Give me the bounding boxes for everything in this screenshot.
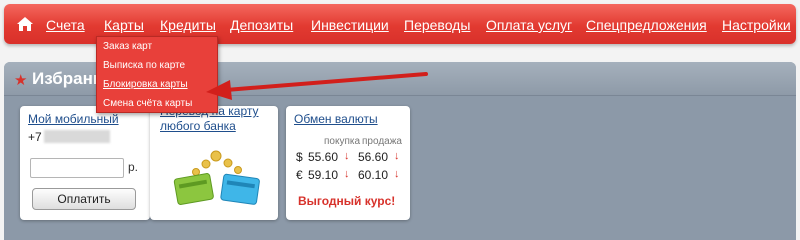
sell-label: продажа [362,136,402,147]
down-arrow-icon: ↓ [394,150,400,162]
currency-exchange-card: Обмен валюты покупка продажа $ 55.60 ↓ 5… [286,106,410,220]
transfer-title-line2[interactable]: любого банка [160,119,236,133]
nav-investments[interactable]: Инвестиции [311,17,389,33]
eur-symbol: € [296,168,303,182]
nav-special-offers[interactable]: Спецпредложения [586,17,707,33]
mobile-card-title[interactable]: Мой мобильный [28,112,119,126]
mobile-payment-card: Мой мобильный +7 р. Оплатить [20,106,150,220]
phone-number-masked [44,130,110,143]
pay-button[interactable]: Оплатить [32,188,136,210]
annotation-arrow [206,72,428,100]
currency-label: р. [128,160,139,174]
menu-item-block-card[interactable]: Блокировка карты [103,79,188,90]
eur-sell-rate: 60.10 [358,168,389,182]
bank-page: ★ Избранное Мой мобильный +7 р. Оплатить… [0,0,800,240]
home-icon[interactable] [16,16,34,32]
phone-number-prefix: +7 [28,130,42,144]
menu-item-card-statement[interactable]: Выписка по карте [103,60,185,71]
nav-loans[interactable]: Кредиты [160,17,216,33]
usd-sell-rate: 56.60 [358,150,389,164]
usd-symbol: $ [296,150,303,164]
menu-item-change-card-account[interactable]: Смена счёта карты [103,98,192,109]
nav-settings[interactable]: Настройки [722,17,791,33]
down-arrow-icon: ↓ [344,168,350,180]
buy-label: покупка [324,136,361,147]
card-transfer-card[interactable]: Перевод на карту любого банка [150,104,278,220]
nav-bill-payments[interactable]: Оплата услуг [486,17,572,33]
bank-cards-illustration [173,150,260,205]
exchange-title[interactable]: Обмен валюты [294,112,378,126]
nav-transfers[interactable]: Переводы [404,17,470,33]
amount-input[interactable] [30,158,124,178]
best-rate-link[interactable]: Выгодный курс! [298,194,395,208]
star-icon: ★ [14,72,28,89]
down-arrow-icon: ↓ [394,168,400,180]
usd-buy-rate: 55.60 [308,150,339,164]
down-arrow-icon: ↓ [344,150,350,162]
nav-deposits[interactable]: Депозиты [230,17,293,33]
nav-cards[interactable]: Карты [104,17,144,33]
eur-buy-rate: 59.10 [308,168,339,182]
menu-item-order-cards[interactable]: Заказ карт [103,41,152,52]
nav-accounts[interactable]: Счета [46,17,85,33]
